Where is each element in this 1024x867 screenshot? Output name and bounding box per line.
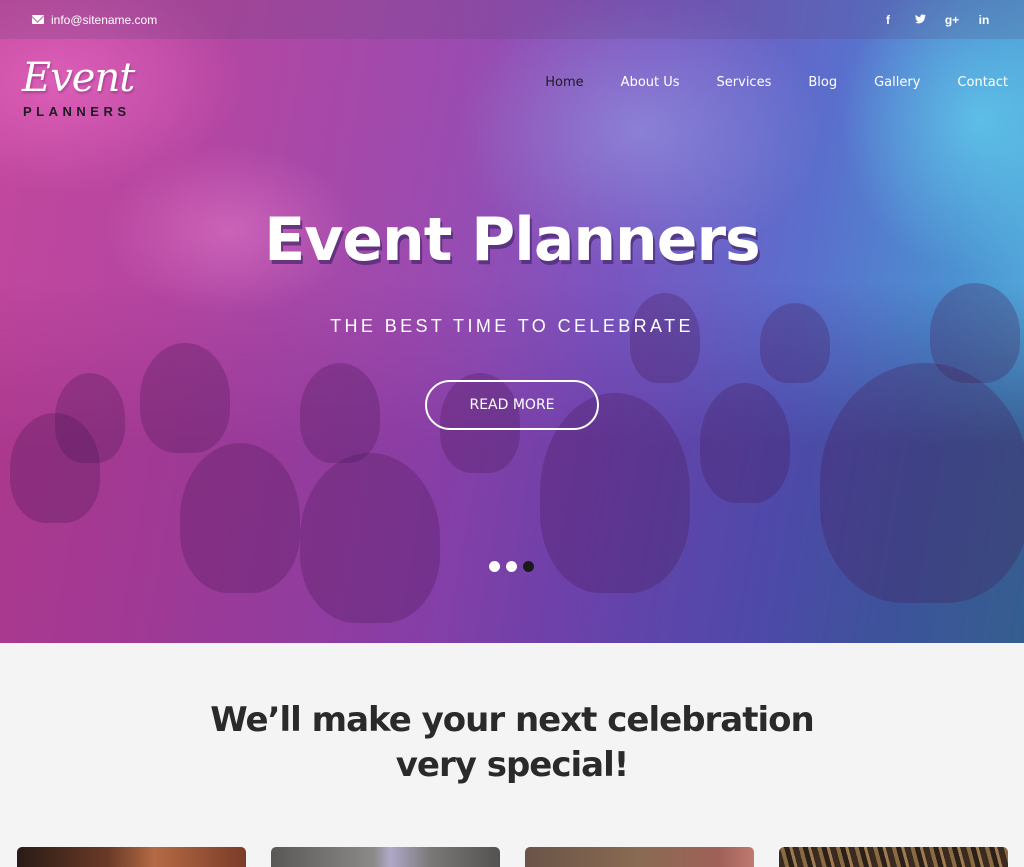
card-image-4[interactable]: [779, 847, 1008, 867]
tagline-line-2: very special!: [395, 745, 630, 785]
main-nav: Home About Us Services Blog Gallery Cont…: [508, 75, 1008, 90]
nav-contact[interactable]: Contact: [957, 75, 1008, 90]
hero-subtitle: THE BEST TIME TO CELEBRATE: [330, 316, 694, 336]
envelope-icon: [32, 15, 44, 24]
slider-dot-1[interactable]: [489, 561, 500, 572]
nav-home[interactable]: Home: [545, 75, 583, 90]
contact-email[interactable]: info@sitename.com: [32, 13, 157, 27]
feature-cards: [17, 847, 1024, 867]
top-bar: info@sitename.com f g+ in: [0, 0, 1024, 39]
nav-about-us[interactable]: About Us: [621, 75, 680, 90]
hero-title: Event Planners: [264, 205, 761, 275]
google-plus-icon[interactable]: g+: [936, 13, 968, 27]
nav-services[interactable]: Services: [717, 75, 772, 90]
logo-subtitle: PLANNERS: [23, 104, 131, 119]
social-links: f g+ in: [872, 13, 1000, 27]
nav-blog[interactable]: Blog: [808, 75, 837, 90]
logo-script: Event: [22, 55, 135, 101]
linkedin-icon[interactable]: in: [968, 13, 1000, 27]
section-tagline: We’ll make your next celebration very sp…: [0, 698, 1024, 788]
nav-gallery[interactable]: Gallery: [874, 75, 920, 90]
card-image-3[interactable]: [525, 847, 754, 867]
site-logo[interactable]: Event PLANNERS: [22, 55, 135, 119]
slider-dot-3[interactable]: [523, 561, 534, 572]
card-image-2[interactable]: [271, 847, 500, 867]
twitter-icon[interactable]: [904, 13, 936, 27]
read-more-button[interactable]: READ MORE: [425, 380, 599, 430]
tagline-line-1: We’ll make your next celebration: [210, 700, 814, 740]
card-image-1[interactable]: [17, 847, 246, 867]
facebook-icon[interactable]: f: [872, 13, 904, 27]
slider-dot-2[interactable]: [506, 561, 517, 572]
slider-dots: [489, 561, 540, 572]
email-text: info@sitename.com: [51, 12, 158, 27]
